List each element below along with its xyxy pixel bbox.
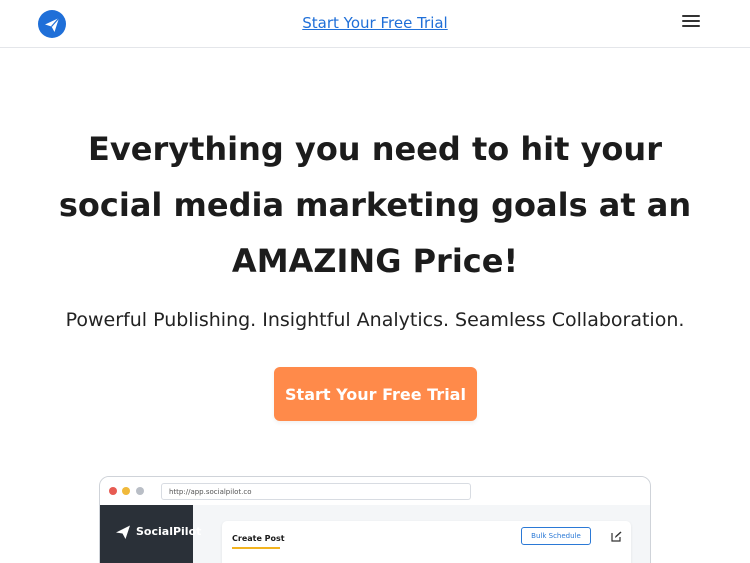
title-underline [232, 547, 280, 549]
app-preview-mockup: http://app.socialpilot.co SocialPilot Cr… [99, 476, 651, 563]
bulk-schedule-button: Bulk Schedule [521, 527, 591, 545]
maximize-dot-icon [136, 487, 144, 495]
hero-headline: Everything you need to hit your social m… [58, 130, 692, 280]
create-post-title: Create Post [232, 534, 285, 543]
minimize-dot-icon [122, 487, 130, 495]
mockup-brand-name: SocialPilot [136, 525, 202, 538]
hamburger-menu-icon[interactable] [682, 15, 702, 31]
edit-icon [611, 531, 622, 542]
hero-subheadline: Powerful Publishing. Insightful Analytic… [65, 309, 685, 331]
close-dot-icon [109, 487, 117, 495]
browser-bar: http://app.socialpilot.co [100, 477, 650, 505]
start-free-trial-link[interactable]: Start Your Free Trial [0, 14, 750, 32]
create-post-card: Create Post Bulk Schedule [222, 521, 631, 563]
url-bar: http://app.socialpilot.co [161, 483, 471, 500]
top-nav: Start Your Free Trial [0, 0, 750, 48]
start-free-trial-button[interactable]: Start Your Free Trial [274, 367, 477, 421]
socialpilot-logo-icon [116, 525, 130, 539]
